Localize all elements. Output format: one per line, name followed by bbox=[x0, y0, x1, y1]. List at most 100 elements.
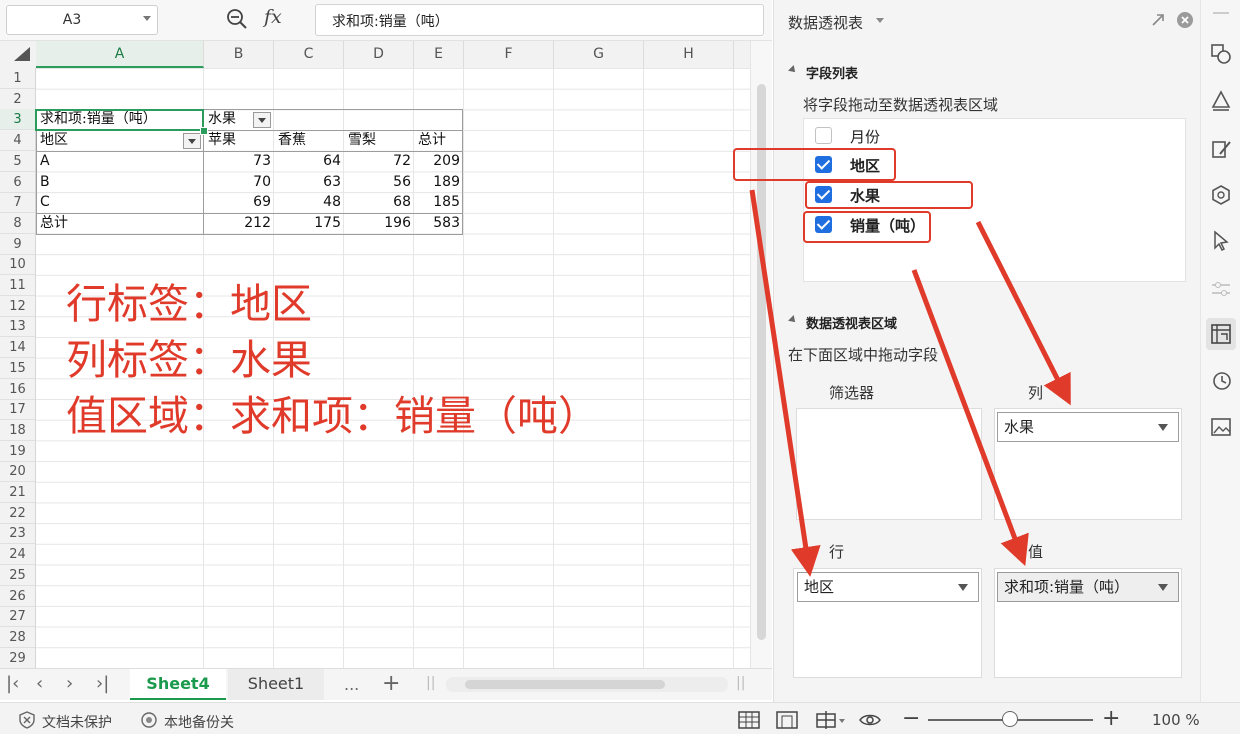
row-header[interactable]: 25 bbox=[0, 565, 35, 586]
pivot-value-cell[interactable]: 56 bbox=[344, 172, 414, 192]
backup-status[interactable]: 本地备份关 bbox=[164, 712, 234, 732]
row-header[interactable]: 16 bbox=[0, 379, 35, 400]
row-header[interactable]: 27 bbox=[0, 606, 35, 628]
chevron-down-icon[interactable] bbox=[958, 584, 968, 591]
pivot-row-label[interactable]: C bbox=[36, 192, 202, 212]
column-header-f[interactable]: F bbox=[464, 41, 554, 68]
row-header[interactable]: 21 bbox=[0, 482, 35, 503]
hexagon-icon[interactable] bbox=[1210, 184, 1232, 206]
row-header[interactable]: 7 bbox=[0, 192, 35, 214]
pivot-value-cell[interactable]: 209 bbox=[414, 151, 463, 171]
add-sheet-button[interactable]: + bbox=[382, 671, 400, 696]
row-header[interactable]: 8 bbox=[0, 213, 35, 234]
name-box[interactable]: A3 bbox=[6, 5, 158, 35]
style-icon[interactable] bbox=[1210, 90, 1232, 112]
row-header[interactable]: 2 bbox=[0, 89, 35, 110]
select-all-button[interactable] bbox=[0, 41, 36, 68]
pivot-col-item[interactable]: 苹果 bbox=[204, 130, 274, 150]
pivot-value-cell[interactable]: 68 bbox=[344, 192, 414, 212]
pivot-col-item[interactable]: 雪梨 bbox=[344, 130, 414, 150]
pivot-value-cell[interactable]: 175 bbox=[274, 213, 344, 233]
more-sheets-button[interactable]: ... bbox=[344, 675, 359, 694]
row-header[interactable]: 1 bbox=[0, 68, 35, 89]
row-header[interactable]: 22 bbox=[0, 503, 35, 524]
row-header[interactable]: 3 bbox=[0, 109, 35, 131]
row-header[interactable]: 19 bbox=[0, 441, 35, 462]
tab-sheet4[interactable]: Sheet4 bbox=[130, 669, 226, 700]
pivot-col-item[interactable]: 香蕉 bbox=[274, 130, 344, 150]
row-header[interactable]: 23 bbox=[0, 523, 35, 545]
column-header-a[interactable]: A bbox=[36, 41, 204, 68]
field-checkbox[interactable] bbox=[815, 127, 832, 144]
row-header[interactable]: 9 bbox=[0, 234, 35, 255]
zoom-slider-thumb[interactable] bbox=[1002, 711, 1018, 727]
edit-icon[interactable] bbox=[1210, 138, 1232, 160]
slider-icon[interactable] bbox=[1210, 278, 1232, 300]
row-header[interactable]: 26 bbox=[0, 586, 35, 607]
pivot-row-field[interactable]: 地区 bbox=[36, 130, 176, 150]
history-icon[interactable] bbox=[1210, 370, 1232, 392]
column-header-h[interactable]: H bbox=[644, 41, 734, 68]
pivot-value-cell[interactable]: 63 bbox=[274, 172, 344, 192]
zoom-level[interactable]: 100 % bbox=[1152, 711, 1200, 729]
last-sheet-icon[interactable]: ›| bbox=[96, 673, 109, 694]
eye-icon[interactable] bbox=[858, 711, 882, 729]
protect-status[interactable]: 文档未保护 bbox=[42, 712, 112, 732]
row-header[interactable]: 29 bbox=[0, 648, 35, 669]
row-filter-dropdown[interactable] bbox=[183, 133, 201, 149]
row-header[interactable]: 24 bbox=[0, 544, 35, 566]
row-field-pill[interactable]: 地区 bbox=[797, 572, 979, 602]
row-header[interactable]: 15 bbox=[0, 358, 35, 379]
tab-sheet1[interactable]: Sheet1 bbox=[228, 669, 324, 700]
zoom-out-button[interactable]: − bbox=[902, 706, 920, 731]
value-field-pill[interactable]: 求和项:销量（吨） bbox=[997, 572, 1179, 602]
expand-icon[interactable] bbox=[1150, 12, 1166, 28]
row-header[interactable]: 4 bbox=[0, 130, 35, 152]
function-icon[interactable]: fx bbox=[264, 6, 282, 28]
column-header-b[interactable]: B bbox=[204, 41, 274, 68]
chevron-down-icon[interactable] bbox=[143, 16, 151, 21]
pivot-value-cell[interactable]: 69 bbox=[204, 192, 274, 212]
column-header-e[interactable]: E bbox=[414, 41, 464, 68]
pivot-value-cell[interactable]: 189 bbox=[414, 172, 463, 192]
pivot-value-cell[interactable]: 64 bbox=[274, 151, 344, 171]
row-header[interactable]: 18 bbox=[0, 420, 35, 441]
column-header-g[interactable]: G bbox=[554, 41, 644, 68]
pivot-row-label[interactable]: 总计 bbox=[36, 213, 202, 233]
column-field-pill[interactable]: 水果 bbox=[997, 412, 1179, 442]
row-header[interactable]: 14 bbox=[0, 337, 35, 359]
pivot-table-icon[interactable] bbox=[1210, 323, 1232, 345]
next-sheet-icon[interactable]: › bbox=[66, 673, 73, 694]
chevron-down-icon[interactable] bbox=[1158, 584, 1168, 591]
pivot-col-field[interactable]: 水果 bbox=[204, 109, 254, 129]
pivot-value-cell[interactable]: 185 bbox=[414, 192, 463, 212]
page-break-icon[interactable] bbox=[816, 711, 846, 729]
image-icon[interactable] bbox=[1210, 416, 1232, 438]
zoom-in-button[interactable]: + bbox=[1102, 706, 1120, 731]
row-header[interactable]: 20 bbox=[0, 461, 35, 483]
row-header[interactable]: 5 bbox=[0, 151, 35, 172]
shapes-icon[interactable] bbox=[1210, 43, 1232, 65]
pivot-col-item[interactable]: 总计 bbox=[414, 130, 464, 150]
row-header[interactable]: 10 bbox=[0, 254, 35, 276]
row-header[interactable]: 12 bbox=[0, 296, 35, 317]
pivot-value-cell[interactable]: 212 bbox=[204, 213, 274, 233]
row-header[interactable]: 17 bbox=[0, 399, 35, 421]
pivot-value-cell[interactable]: 70 bbox=[204, 172, 274, 192]
column-header-d[interactable]: D bbox=[344, 41, 414, 68]
page-layout-icon[interactable] bbox=[776, 711, 798, 729]
pivot-value-cell[interactable]: 196 bbox=[344, 213, 414, 233]
row-header[interactable]: 11 bbox=[0, 275, 35, 296]
normal-view-icon[interactable] bbox=[738, 711, 760, 729]
row-header[interactable]: 6 bbox=[0, 172, 35, 193]
fill-handle[interactable] bbox=[200, 127, 208, 135]
close-icon[interactable] bbox=[1176, 11, 1194, 29]
pivot-value-cell[interactable]: 73 bbox=[204, 151, 274, 171]
row-header[interactable]: 13 bbox=[0, 316, 35, 338]
row-header[interactable]: 28 bbox=[0, 627, 35, 648]
chevron-down-icon[interactable] bbox=[1158, 424, 1168, 431]
field-label[interactable]: 月份 bbox=[850, 126, 880, 147]
cursor-icon[interactable] bbox=[1210, 230, 1232, 252]
zoom-out-icon[interactable] bbox=[226, 8, 248, 30]
column-header-c[interactable]: C bbox=[274, 41, 344, 68]
